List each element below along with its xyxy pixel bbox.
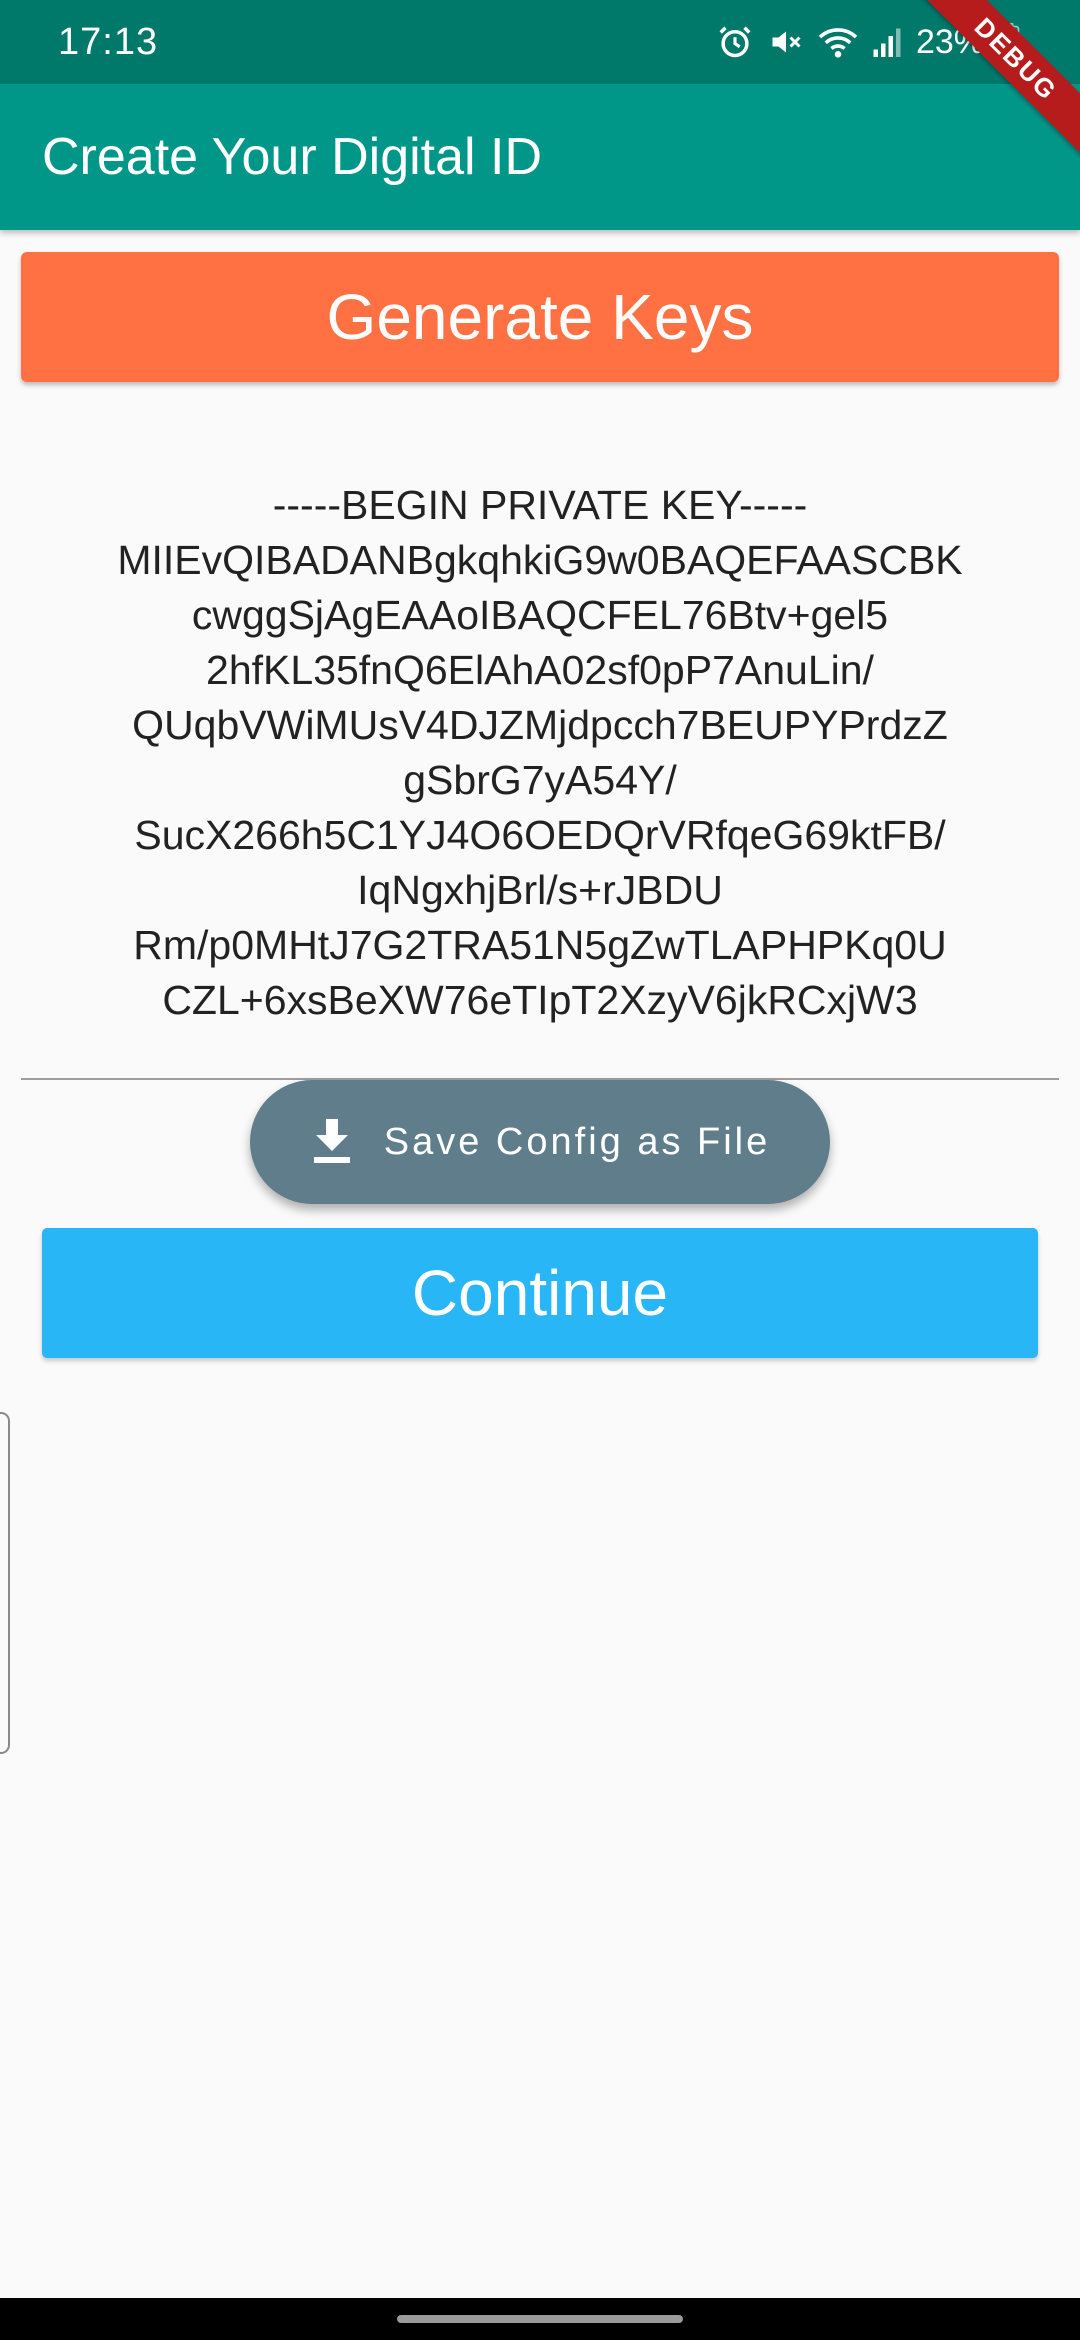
- mute-icon: [768, 24, 804, 60]
- key-line: CZL+6xsBeXW76eTIpT2XzyV6jkRCxjW3: [162, 977, 918, 1023]
- continue-button[interactable]: Continue: [42, 1228, 1038, 1358]
- key-line: QUqbVWiMUsV4DJZMjdpcch7BEUPYPrdzZ: [132, 702, 948, 748]
- navigation-bar: [0, 2298, 1080, 2340]
- private-key-text: -----BEGIN PRIVATE KEY----- MIIEvQIBADAN…: [21, 478, 1059, 1028]
- key-line: gSbrG7yA54Y/: [403, 757, 677, 803]
- edge-panel-handle[interactable]: [0, 1412, 10, 1754]
- home-gesture-bar[interactable]: [397, 2315, 683, 2323]
- key-line: -----BEGIN PRIVATE KEY-----: [272, 482, 808, 528]
- signal-icon: [872, 25, 902, 59]
- page-title: Create Your Digital ID: [42, 128, 543, 186]
- alarm-icon: [716, 23, 754, 61]
- key-line: MIIEvQIBADANBgkqhkiG9w0BAQEFAASCBK: [117, 537, 963, 583]
- key-line: cwggSjAgEAAoIBAQCFEL76Btv+gel5: [191, 592, 889, 638]
- generate-keys-button[interactable]: Generate Keys: [21, 252, 1059, 382]
- save-config-button[interactable]: Save Config as File: [250, 1080, 830, 1204]
- download-icon: [310, 1117, 354, 1168]
- debug-banner: DEBUG: [920, 0, 1080, 159]
- status-bar: 17:13 23%: [0, 0, 1080, 84]
- key-line: SucX266h5C1YJ4O6OEDQrVRfqeG69ktFB/: [134, 812, 946, 858]
- debug-ribbon-wrap: DEBUG: [920, 0, 1080, 160]
- key-line: Rm/p0MHtJ7G2TRA51N5gZwTLAPHPKq0U: [133, 922, 947, 968]
- key-line: 2hfKL35fnQ6ElAhA02sf0pP7AnuLin/: [206, 647, 874, 693]
- status-time: 17:13: [58, 20, 159, 63]
- screen: 17:13 23% DEBUG Create Your Digital ID G…: [0, 0, 1080, 2340]
- wifi-icon: [818, 24, 858, 60]
- key-line: IqNgxhjBrl/s+rJBDU: [357, 867, 723, 913]
- save-config-label: Save Config as File: [383, 1120, 771, 1163]
- app-bar: Create Your Digital ID: [0, 84, 1080, 230]
